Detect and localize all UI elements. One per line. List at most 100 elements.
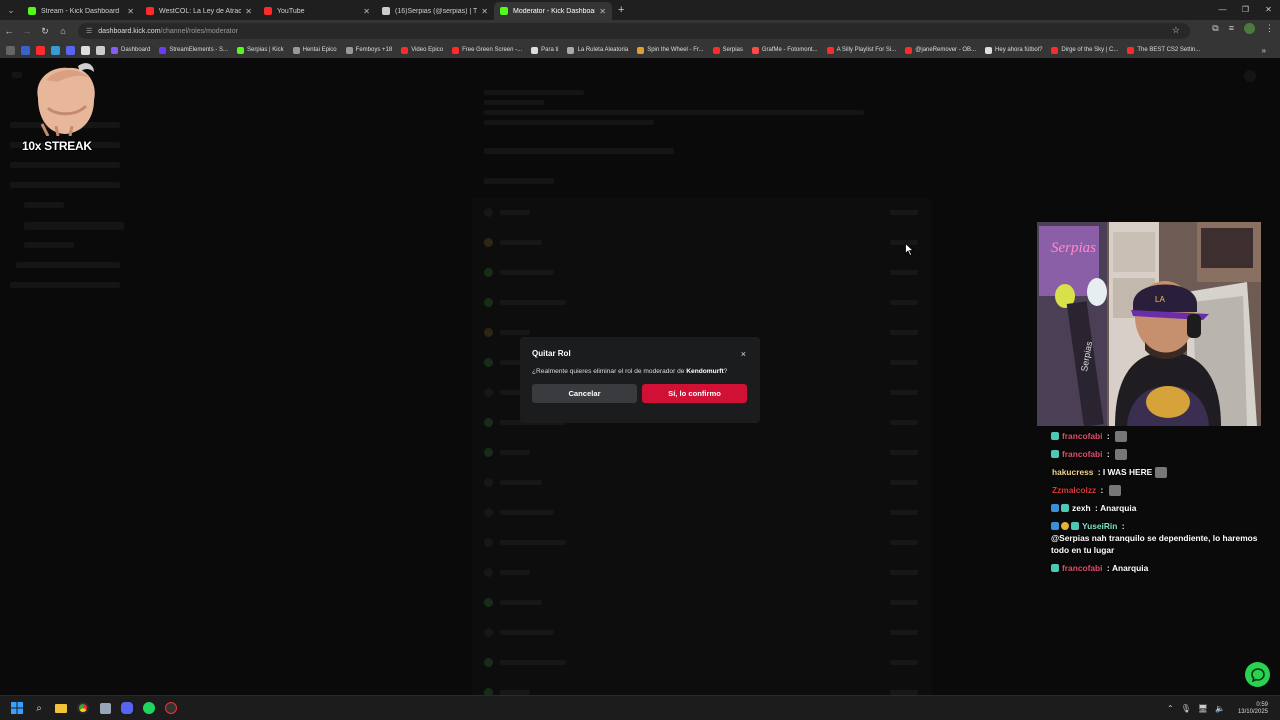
file-explorer-icon[interactable]	[53, 700, 69, 716]
browser-tab[interactable]: YouTube ✕	[258, 2, 376, 20]
panel-header	[484, 148, 674, 154]
sidebar-logo	[12, 72, 22, 78]
bookmark-item[interactable]: Video Epico	[401, 46, 443, 54]
back-icon[interactable]: ←	[0, 26, 18, 36]
tray-chevron-icon[interactable]: ⌃	[1167, 704, 1174, 713]
bookmark-item[interactable]: StreamElements - S...	[159, 46, 228, 54]
bookmark-item[interactable]: Hey ahora fútbol?	[985, 46, 1042, 54]
bookmark-item[interactable]: Serpias	[712, 46, 743, 54]
modal-message: ¿Realmente quieres eliminar el rol de mo…	[532, 368, 748, 375]
forward-icon[interactable]: →	[18, 26, 36, 36]
tab-close-icon[interactable]: ✕	[127, 7, 134, 16]
volume-icon[interactable]: 🔈	[1215, 704, 1225, 713]
bookmark-list: Dashboard StreamElements - S... Serpias | …	[111, 46, 1209, 54]
site-info-icon[interactable]: ☰	[86, 27, 92, 35]
media-icon[interactable]: ≡	[1229, 23, 1234, 34]
user-avatar	[1244, 70, 1256, 82]
toolbar-right: ⧉ ≡ ⋮	[1212, 23, 1274, 34]
tab-favicon-icon	[146, 7, 154, 15]
address-bar[interactable]: ☰ dashboard.kick.com/channel/roles/moder…	[78, 23, 1190, 39]
apps-icon[interactable]	[6, 45, 15, 55]
bookmark-favicon-icon	[159, 46, 167, 54]
spotify-icon[interactable]	[141, 700, 157, 716]
bookmark-item[interactable]: Para ti	[531, 46, 558, 54]
app-icon[interactable]	[97, 700, 113, 716]
tab-title: (16)Serpias (@serpias) | TikTok	[395, 7, 478, 15]
chat-text: Anarquia	[1111, 563, 1149, 573]
browser-tab[interactable]: (16)Serpias (@serpias) | TikTok✕	[376, 2, 494, 20]
browser-toolbar: ← → ↻ ⌂ ☰ dashboard.kick.com/channel/rol…	[0, 20, 1280, 42]
bookmark-item[interactable]: Free Green Screen -...	[452, 46, 522, 54]
chat-badge-blue-icon	[1051, 504, 1059, 512]
chat-separator: :	[1092, 503, 1101, 513]
browser-tab[interactable]: Stream - Kick Dashboard ✕	[22, 2, 140, 20]
permission-row-icon	[484, 448, 493, 457]
bookmark-star-icon[interactable]: ☆	[1172, 25, 1180, 36]
bookmark-item[interactable]: The BEST CS2 Settin...	[1127, 46, 1200, 54]
permission-row-label	[500, 270, 554, 275]
new-tab-button[interactable]: +	[618, 4, 624, 16]
bookmark-gmail-icon[interactable]	[21, 45, 30, 55]
network-icon[interactable]: 🖥	[1198, 704, 1208, 713]
tab-close-icon[interactable]: ✕	[481, 7, 488, 16]
windows-start-icon[interactable]	[9, 700, 25, 716]
tab-close-icon[interactable]: ✕	[245, 7, 252, 16]
search-icon[interactable]: ⌕	[31, 700, 47, 716]
maximize-icon[interactable]: ❐	[1234, 0, 1257, 20]
confirm-button[interactable]: Sí, lo confirmo	[642, 384, 747, 403]
tab-close-icon[interactable]: ✕	[599, 7, 606, 16]
bookmark-item[interactable]: Dirge of the Sky | C...	[1051, 46, 1118, 54]
menu-icon[interactable]: ⋮	[1265, 23, 1274, 34]
bookmark-favicon-icon	[531, 46, 539, 54]
bookmark-item[interactable]: GrafMe - Fotomont...	[751, 46, 818, 54]
chrome-icon[interactable]	[75, 700, 91, 716]
home-icon[interactable]: ⌂	[54, 26, 72, 36]
bookmark-item[interactable]: La Ruleta Aleatoria	[567, 46, 628, 54]
close-icon[interactable]: ×	[741, 349, 746, 359]
bookmark-item[interactable]: Dashboard	[111, 46, 150, 54]
permission-row-icon	[484, 508, 493, 517]
bookmark-youtube-icon[interactable]	[36, 45, 45, 55]
permission-row-label	[500, 660, 566, 665]
reload-icon[interactable]: ↻	[36, 26, 54, 37]
clock[interactable]: 0:59 13/10/2025	[1238, 702, 1268, 716]
bookmark-item[interactable]: Spin the Wheel - Fr...	[637, 46, 704, 54]
permission-row-toggle	[890, 210, 918, 215]
bookmark-favicon-icon	[401, 46, 409, 54]
permission-row-toggle	[890, 300, 918, 305]
bookmark-tiktok-icon[interactable]	[96, 45, 105, 55]
bookmark-item[interactable]: @janeRemover - OB...	[905, 46, 976, 54]
microphone-icon[interactable]: 🎙	[1181, 704, 1191, 713]
permission-row-icon	[484, 478, 493, 487]
cancel-button[interactable]: Cancelar	[532, 384, 637, 403]
more-bookmarks-icon[interactable]: »	[1262, 46, 1266, 55]
browser-tab[interactable]: WestCOL: La Ley de Atracción d✕	[140, 2, 258, 20]
minimize-icon[interactable]: —	[1211, 0, 1234, 20]
help-chat-button[interactable]	[1245, 662, 1270, 687]
clock-time: 0:59	[1256, 701, 1268, 708]
permission-row-icon	[484, 388, 493, 397]
bookmark-item[interactable]: Serpias | Kick	[237, 46, 284, 54]
bookmark-item[interactable]: Femboys +18	[345, 46, 392, 54]
chat-emote-icon	[1155, 466, 1168, 478]
profile-avatar[interactable]	[1244, 23, 1255, 34]
tab-close-icon[interactable]: ✕	[363, 7, 370, 16]
permission-row-label	[500, 240, 542, 245]
bookmark-item[interactable]: A Silly Playlist For Si...	[826, 46, 896, 54]
bookmark-drive-icon[interactable]	[51, 45, 60, 55]
obs-icon[interactable]	[163, 700, 179, 716]
permission-row-icon	[484, 268, 493, 277]
extensions-icon[interactable]: ⧉	[1212, 23, 1218, 34]
chat-message: francofabi : Anarquia	[1051, 562, 1261, 574]
chat-badge-gold-icon	[1061, 522, 1069, 530]
page-text	[484, 90, 584, 95]
close-window-icon[interactable]: ✕	[1257, 0, 1280, 20]
page-text	[484, 100, 544, 105]
bookmark-discord-icon[interactable]	[66, 45, 75, 55]
permission-row-icon	[484, 208, 493, 217]
discord-icon[interactable]	[119, 700, 135, 716]
bookmark-item[interactable]: Hentai Epico	[292, 46, 337, 54]
browser-tab[interactable]: Moderator - Kick Dashboard ✕	[494, 2, 612, 20]
bookmark-x-icon[interactable]	[81, 45, 90, 55]
tab-search-icon[interactable]: ⌄	[0, 0, 22, 20]
